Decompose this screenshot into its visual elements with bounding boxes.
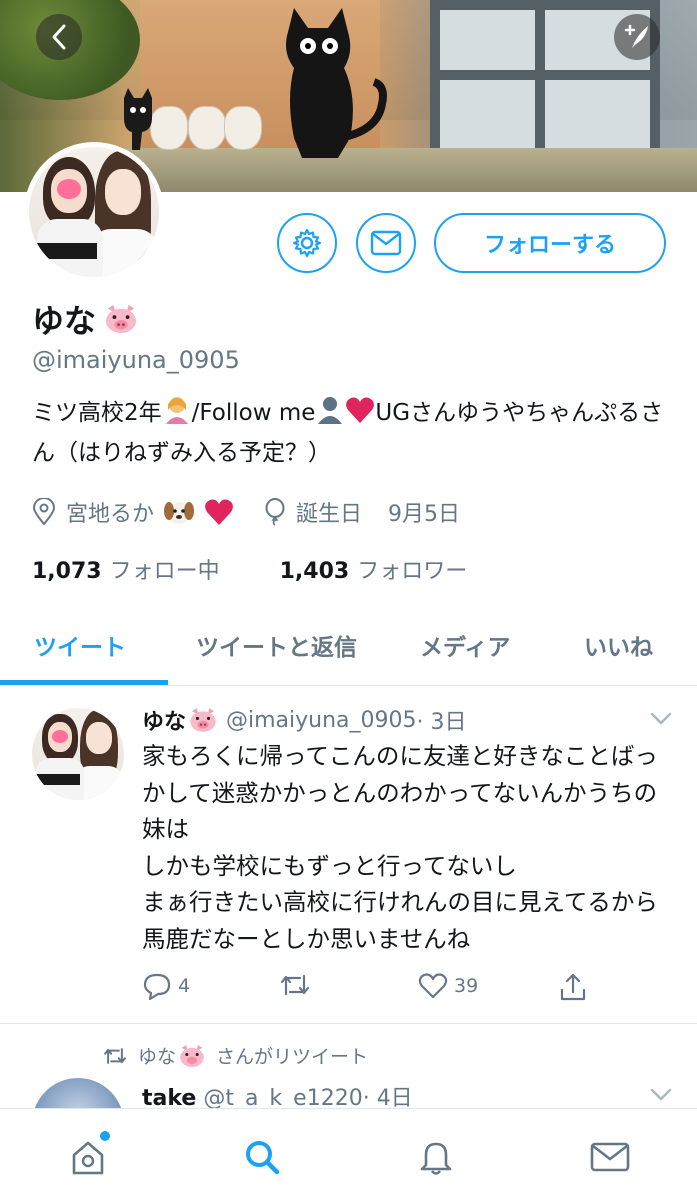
profile-tabs: ツイート ツイートと返信 メディア いいね [0,612,697,686]
reply-action[interactable]: 4 [142,972,190,1000]
envelope-icon [370,230,402,256]
banner-white-cats [150,96,270,151]
location-item: 宮地るか [32,496,234,528]
search-icon [246,1141,280,1175]
red-heart-emoji-icon [205,499,233,525]
retweeter-name[interactable]: ゆな [138,1042,176,1069]
tweet-text: 家もろくに帰ってこんのに友達と好きなことばっかして迷惑かかっとんのわかってないん… [142,742,658,953]
tweet-avatar[interactable] [32,708,124,800]
chevron-down-icon[interactable] [650,1088,672,1102]
retweet-icon [104,1047,126,1064]
tab-tweets-and-replies[interactable]: ツイートと返信 [196,628,357,662]
tweet-actions: 4 39 [142,972,662,1002]
reply-count: 4 [178,975,191,997]
pig-face-emoji-icon [190,708,216,732]
notifications-tab[interactable] [408,1129,464,1185]
profile-name-row: ゆな [32,296,140,342]
retweeted-by-label: ゆな さんがリツイート [102,1042,368,1069]
pig-face-emoji-icon [105,304,137,334]
tweet-author-handle[interactable]: @imaiyuna_0905 [226,708,417,733]
followers-stat[interactable]: 1,403 フォロワー [280,553,468,585]
bio-text-2: /Follow me [191,400,316,426]
tweet[interactable]: ゆな @imaiyuna_0905 · 3日 家もろくに帰ってこんのに友達と好き… [0,686,697,1024]
following-label: フォロー中 [109,559,220,584]
compose-tweet-button[interactable] [614,14,660,60]
banner-small-black-cat [124,88,152,150]
compose-tweet-icon [624,24,648,48]
location-text: 宮地るか [66,502,155,527]
home-tab[interactable] [60,1129,116,1185]
tweet-time: · 3日 [416,710,467,735]
bottom-tab-bar [0,1108,697,1200]
retweeted-label: さんがリツイート [216,1046,369,1068]
red-heart-emoji-icon [346,397,375,423]
retweet-icon [280,974,310,996]
settings-button[interactable] [277,213,337,273]
bio-text-1: ミツ高校2年 [32,400,162,426]
retweet-action[interactable] [278,972,318,998]
message-button[interactable] [356,213,416,273]
tab-media[interactable]: メディア [420,628,510,662]
birthday-label: 誕生日 [296,502,363,527]
profile-bio: ミツ高校2年 /Follow me UGさんゆうやちゃんぷるさん（はりねずみ入る… [32,393,672,473]
gear-icon [292,228,322,258]
woman-tipping-hand-emoji-icon [165,397,188,424]
profile-avatar[interactable] [24,142,164,282]
bell-icon [420,1142,452,1175]
profile-stats: 1,073 フォロー中 1,403 フォロワー [32,553,467,585]
dog-face-emoji-icon [164,502,195,524]
like-count: 39 [454,975,479,997]
following-stat[interactable]: 1,073 フォロー中 [32,553,220,585]
tweet-author-name[interactable]: ゆな [142,704,186,736]
balloon-icon [265,498,285,526]
profile-handle: @imaiyuna_0905 [32,346,240,374]
birthday-item: 誕生日 9月5日 [264,496,460,528]
share-icon [560,973,586,1001]
like-action[interactable]: 39 [418,972,478,1000]
search-tab[interactable] [234,1129,290,1185]
heart-icon [418,973,448,999]
home-icon [72,1141,104,1175]
pig-face-emoji-icon [180,1044,204,1067]
share-action[interactable] [558,972,588,1002]
active-tab-indicator [0,680,168,685]
birthday-date: 9月5日 [388,502,461,527]
banner-ledge [110,148,697,192]
chevron-down-icon[interactable] [650,712,672,726]
follow-button[interactable]: フォローする [434,213,666,273]
banner-black-cat [286,8,387,158]
following-count: 1,073 [32,559,102,584]
tab-likes[interactable]: いいね [584,628,653,662]
tab-tweets[interactable]: ツイート [34,628,126,662]
messages-tab[interactable] [582,1129,638,1185]
mail-icon [590,1142,630,1172]
profile-name: ゆな [32,302,97,340]
tweet-header: ゆな @imaiyuna_0905 · 3日 [142,704,467,736]
followers-label: フォロワー [357,559,468,584]
new-content-dot [100,1131,110,1141]
chevron-left-icon [52,24,66,50]
followers-count: 1,403 [279,559,350,584]
profile-meta: 宮地るか 誕生日 9月5日 [32,496,460,528]
location-pin-icon [32,498,56,526]
reply-icon [143,973,171,1000]
bust-silhouette-emoji-icon [318,397,343,424]
back-button[interactable] [36,14,82,60]
